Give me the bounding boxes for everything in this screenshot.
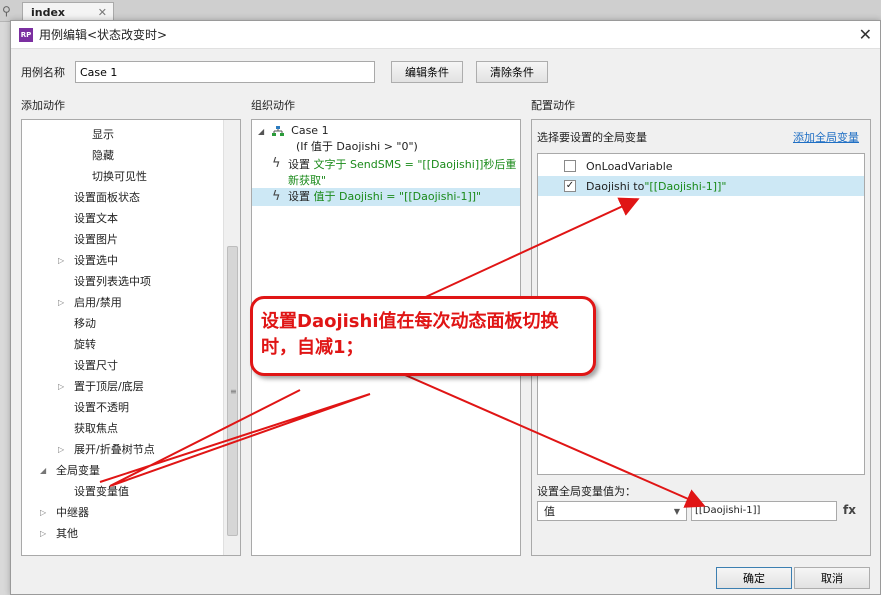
- tree-item[interactable]: 设置图片: [74, 229, 118, 250]
- action-set-value[interactable]: ϟ 设置 值于 Daojishi = "[[Daojishi-1]]": [252, 188, 520, 206]
- var-name: Daojishi to: [586, 179, 645, 193]
- action-detail: 文字于 SendSMS = "[[Daojishi]]秒后重新获取": [288, 158, 517, 187]
- case-title: Case 1: [291, 124, 329, 137]
- action-prefix: 设置: [288, 190, 314, 203]
- dialog-titlebar: RP 用例编辑<状态改变时> ✕: [11, 21, 880, 49]
- lightning-icon: ϟ: [272, 189, 281, 204]
- expand-arrow-icon[interactable]: ▷: [40, 523, 46, 544]
- cancel-button[interactable]: 取消: [794, 567, 870, 589]
- action-prefix: 设置: [288, 158, 314, 171]
- tree-item[interactable]: 获取焦点: [74, 418, 118, 439]
- lightning-icon: ϟ: [272, 156, 281, 171]
- tree-item[interactable]: 设置尺寸: [74, 355, 118, 376]
- add-action-heading: 添加动作: [21, 99, 65, 112]
- tree-item[interactable]: ▷ 其他: [40, 523, 78, 544]
- edit-condition-button[interactable]: 编辑条件: [391, 61, 463, 83]
- var-row-onloadvariable[interactable]: OnLoadVariable: [538, 156, 864, 176]
- var-name: OnLoadVariable: [586, 159, 673, 173]
- grip-icon: ≡: [230, 387, 237, 396]
- tree-item[interactable]: ▷ 设置选中: [58, 250, 118, 271]
- tree-item[interactable]: 设置文本: [74, 208, 118, 229]
- case-name-label: 用例名称: [21, 66, 65, 79]
- case-name-row: 用例名称: [21, 61, 375, 83]
- tree-item-label: 隐藏: [92, 149, 114, 162]
- action-set-text[interactable]: ϟ 设置 文字于 SendSMS = "[[Daojishi]]秒后重新获取": [272, 156, 520, 187]
- ok-button[interactable]: 确定: [716, 567, 792, 589]
- tree-item[interactable]: ▷ 展开/折叠树节点: [58, 439, 155, 460]
- tree-item-label: 设置文本: [74, 212, 118, 225]
- annotation-callout: 设置Daojishi值在每次动态面板切换时，自减1；: [250, 296, 596, 376]
- set-value-label: 设置全局变量值为：: [537, 485, 636, 498]
- value-type-selected: 值: [544, 505, 555, 518]
- close-icon[interactable]: ✕: [859, 25, 872, 44]
- tree-item-label: 启用/禁用: [74, 296, 122, 309]
- tree-item-label: 中继器: [56, 506, 89, 519]
- expand-arrow-icon[interactable]: ▷: [58, 376, 64, 397]
- organize-action-heading: 组织动作: [251, 99, 295, 112]
- tree-item[interactable]: 显示: [92, 124, 114, 145]
- search-icon[interactable]: ⚲: [2, 4, 11, 18]
- expand-arrow-icon[interactable]: ▷: [58, 439, 64, 460]
- tree-item[interactable]: 切换可见性: [92, 166, 147, 187]
- tree-item-label: 展开/折叠树节点: [74, 443, 155, 456]
- tree-scrollbar[interactable]: ≡: [223, 120, 240, 555]
- tree-item[interactable]: ▷ 启用/禁用: [58, 292, 122, 313]
- tab-label: index: [31, 6, 66, 19]
- add-global-var-link[interactable]: 添加全局变量: [793, 129, 859, 145]
- value-expression-input[interactable]: [[Daojishi-1]]: [691, 501, 837, 521]
- fx-icon[interactable]: fx: [843, 503, 856, 517]
- tree-item-label: 移动: [74, 317, 96, 330]
- tree-item-label: 切换可见性: [92, 170, 147, 183]
- tree-item[interactable]: 移动: [74, 313, 96, 334]
- case-tree-icon: [271, 126, 284, 136]
- tree-item[interactable]: ▷ 置于顶层/底层: [58, 376, 144, 397]
- var-value: "[[Daojishi-1]]": [644, 179, 727, 193]
- tree-item-label: 设置列表选中项: [74, 275, 151, 288]
- configure-action-heading: 配置动作: [531, 99, 575, 112]
- tree-item-label: 设置选中: [74, 254, 118, 267]
- checkbox[interactable]: [564, 160, 576, 172]
- tree-item[interactable]: 设置变量值: [74, 481, 129, 502]
- tree-item-label: 置于顶层/底层: [74, 380, 144, 393]
- checkbox-checked[interactable]: ✓: [564, 180, 576, 192]
- tree-item-label: 设置尺寸: [74, 359, 118, 372]
- clear-condition-button[interactable]: 清除条件: [476, 61, 548, 83]
- tree-item-label: 设置面板状态: [74, 191, 140, 204]
- tree-item[interactable]: 隐藏: [92, 145, 114, 166]
- tree-item-label: 全局变量: [56, 464, 100, 477]
- case-node[interactable]: ◢ Case 1: [258, 124, 329, 137]
- value-type-select[interactable]: 值 ▼: [537, 501, 687, 521]
- axure-app-icon: RP: [19, 27, 33, 42]
- collapse-arrow-icon[interactable]: ◢: [258, 127, 264, 136]
- tree-item[interactable]: 设置列表选中项: [74, 271, 151, 292]
- var-row-daojishi[interactable]: ✓ Daojishi to "[[Daojishi-1]]": [538, 176, 864, 196]
- tab-close-icon[interactable]: ✕: [98, 6, 107, 19]
- expand-arrow-icon[interactable]: ▷: [58, 250, 64, 271]
- tree-item[interactable]: 设置面板状态: [74, 187, 140, 208]
- expand-arrow-icon[interactable]: ▷: [40, 502, 46, 523]
- case-condition: (If 值于 Daojishi > "0"): [296, 140, 418, 153]
- expand-arrow-icon[interactable]: ▷: [58, 292, 64, 313]
- tab-index[interactable]: index ✕: [22, 2, 114, 22]
- tree-item[interactable]: ▷ 中继器: [40, 502, 89, 523]
- tree-item-label: 设置变量值: [74, 485, 129, 498]
- tree-item-label: 设置图片: [74, 233, 118, 246]
- tree-item-label: 其他: [56, 527, 78, 540]
- action-tree-panel: 显示隐藏切换可见性设置面板状态 设置文本设置图片 ▷ 设置选中设置列表选中项 ▷ 启用/禁…: [21, 119, 241, 556]
- tree-item-label: 获取焦点: [74, 422, 118, 435]
- tree-item[interactable]: 旋转: [74, 334, 96, 355]
- action-detail: 值于 Daojishi = "[[Daojishi-1]]": [313, 190, 482, 203]
- tree-item-label: 旋转: [74, 338, 96, 351]
- case-name-input[interactable]: [75, 61, 375, 83]
- tree-item[interactable]: ◢ 全局变量: [40, 460, 100, 481]
- scroll-thumb[interactable]: ≡: [227, 246, 238, 536]
- tree-item[interactable]: 设置不透明: [74, 397, 129, 418]
- chevron-down-icon: ▼: [673, 506, 680, 516]
- tree-item-label: 显示: [92, 128, 114, 141]
- collapse-arrow-icon[interactable]: ◢: [40, 460, 46, 481]
- dialog-title: 用例编辑<状态改变时>: [39, 28, 168, 42]
- select-vars-label: 选择要设置的全局变量: [537, 131, 647, 144]
- background-tab-strip: ⚲ index ✕: [0, 0, 881, 22]
- tree-item-label: 设置不透明: [74, 401, 129, 414]
